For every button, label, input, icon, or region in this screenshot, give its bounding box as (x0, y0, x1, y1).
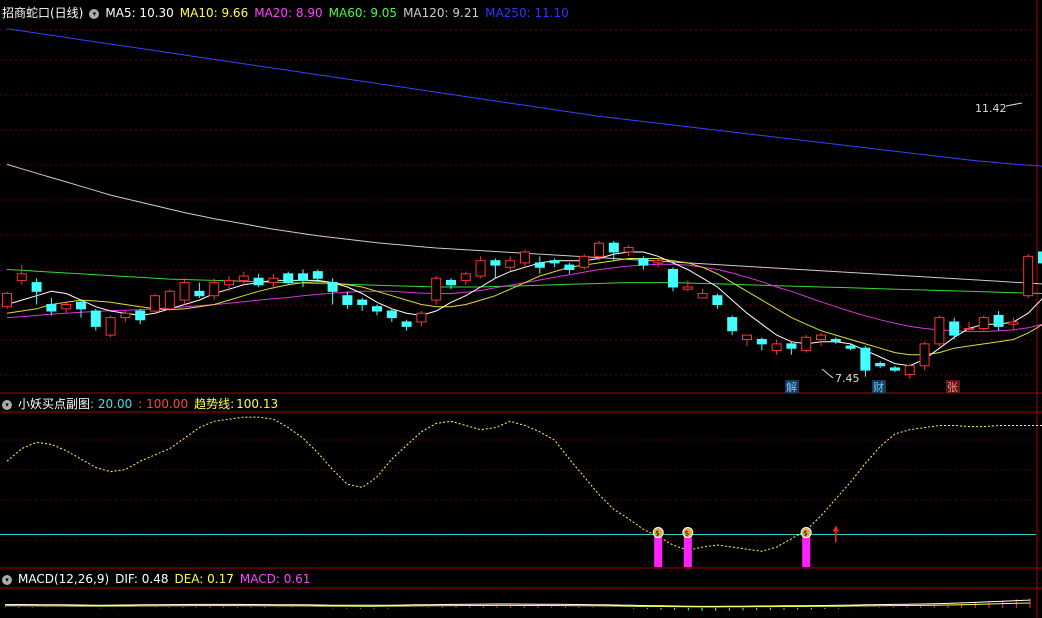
candle-body-down (76, 301, 86, 310)
candle-body-down (490, 260, 501, 266)
candle-body-up (816, 334, 826, 340)
chart-window: 招商蛇口(日线) ▾ MA5: 10.30 MA10: 9.66 MA20: 8.90 M… (0, 0, 1042, 618)
candle-body-up (697, 293, 708, 299)
candle-body-up (61, 303, 72, 310)
macd-indicator (4, 598, 1031, 611)
candle-body-up (431, 277, 442, 301)
low-price-label: 7.45 (835, 372, 860, 385)
candle-body-up (919, 343, 930, 367)
money-bag-symbol: $ (685, 530, 689, 538)
candle-body-down (564, 264, 575, 270)
candle-body-down (342, 295, 353, 305)
candle-body-up (238, 275, 249, 281)
candle-body-down (194, 290, 205, 297)
candle-body-up (505, 260, 516, 268)
candle-body-down (756, 338, 767, 345)
ma-lines (6, 28, 1042, 367)
candle-body-down (949, 321, 960, 336)
candle-body-up (120, 312, 131, 319)
candle-body-up (2, 293, 12, 308)
candle-body-up (978, 317, 989, 330)
candle-body-down (312, 271, 323, 279)
candle-body-up (771, 343, 782, 351)
candle-body-down (253, 277, 264, 286)
candle-body-down (386, 310, 397, 319)
candle-body-down (890, 367, 900, 371)
candle-body-down (860, 347, 871, 371)
candle-body-up (520, 251, 530, 264)
candle-body-down (46, 303, 57, 312)
candle-body-up (1023, 255, 1034, 297)
candle-body-down (1038, 251, 1042, 264)
candle-body-down (668, 268, 678, 288)
candle-body-down (534, 262, 545, 268)
candles (2, 241, 1042, 379)
marker-jie[interactable]: 解 (786, 380, 797, 394)
candle-body-up (416, 312, 427, 323)
candle-body-up (460, 273, 471, 281)
candle-body-up (164, 290, 175, 310)
candle-body-down (993, 314, 1004, 327)
money-bag-symbol: $ (803, 530, 807, 538)
candle-body-up (594, 242, 604, 257)
candle-body-down (608, 242, 619, 253)
money-bag-symbol: $ (655, 530, 659, 538)
candle-body-down (786, 343, 797, 349)
candle-body-up (475, 260, 486, 277)
marker-zhang[interactable]: 张 (947, 381, 958, 394)
candle-body-up (268, 277, 279, 284)
candle-body-down (327, 282, 338, 292)
buy-signal-bar (654, 534, 663, 567)
candle-body-up (224, 279, 234, 286)
candle-body-down (357, 299, 368, 305)
candle-body-up (1008, 321, 1019, 325)
candle-body-up (105, 317, 116, 336)
candle-body-up (623, 247, 634, 253)
candle-body-down (401, 321, 412, 327)
candle-body-down (372, 306, 382, 312)
low-pointer (821, 368, 834, 379)
candle-body-up (904, 365, 915, 375)
candle-body-down (712, 295, 723, 305)
candle-body-up (742, 334, 752, 340)
up-arrow-icon (832, 525, 839, 532)
ma60-line (6, 269, 1042, 294)
annotations: 11.42 7.45 解 财 张 (785, 102, 1023, 394)
candle-body-down (638, 258, 649, 266)
candle-body-down (549, 260, 560, 264)
buy-signal-bar (802, 534, 811, 567)
candle-body-down (875, 363, 886, 367)
candle-body-up (179, 282, 190, 301)
candle-body-up (682, 286, 693, 290)
ma5-line (6, 251, 1042, 367)
candle-body-down (446, 279, 456, 286)
candle-body-down (31, 282, 42, 292)
candle-body-down (298, 273, 308, 281)
candle-body-down (727, 317, 738, 332)
candle-body-up (964, 328, 974, 331)
candle-body-down (283, 273, 294, 284)
ma250-line (6, 28, 1042, 167)
trend-line (6, 416, 1042, 552)
candle-body-down (845, 345, 856, 349)
marker-cai[interactable]: 财 (873, 380, 884, 394)
chart-svg: 11.42 7.45 解 财 张 $ $ $ (0, 0, 1042, 618)
high-price-label: 11.42 (975, 102, 1007, 115)
candle-body-up (579, 255, 590, 268)
candle-body-down (830, 338, 841, 343)
candle-body-up (801, 336, 812, 351)
candle-body-up (16, 273, 27, 281)
candle-body-down (90, 310, 101, 327)
candle-body-up (150, 295, 160, 312)
candle-body-down (135, 310, 146, 321)
candle-body-up (653, 260, 664, 264)
buy-signal-bar (683, 534, 692, 567)
candle-body-up (209, 282, 220, 297)
high-pointer (1005, 102, 1023, 107)
candle-body-up (934, 317, 945, 345)
